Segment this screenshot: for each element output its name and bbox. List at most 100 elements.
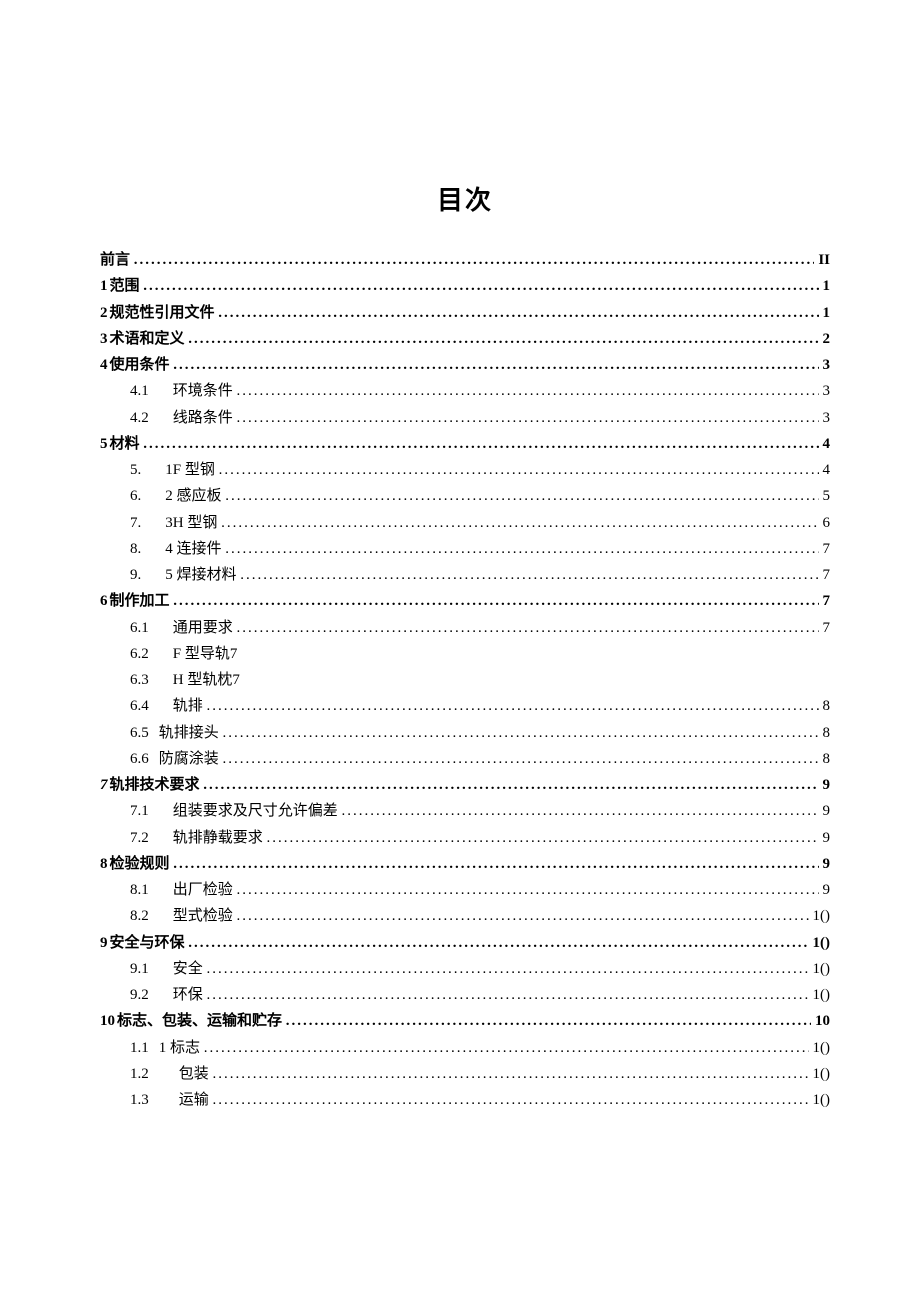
- toc-entry-number: 6.4: [130, 693, 149, 719]
- toc-entry: 7轨排技术要求 9: [100, 772, 830, 798]
- toc-entry: 9.5 焊接材料 7: [100, 562, 830, 588]
- toc-entry-number: 6.3: [130, 667, 149, 693]
- toc-dot-leader: [134, 247, 815, 273]
- toc-dot-leader: [173, 352, 818, 378]
- toc-entry-label: 轨排静载要求: [173, 825, 263, 851]
- toc-dot-leader: [267, 825, 819, 851]
- toc-entry-label: 材料: [110, 431, 140, 457]
- toc-entry: 8.1出厂检验 9: [100, 877, 830, 903]
- toc-entry-page: 2: [819, 326, 831, 352]
- toc-entry-label: 通用要求: [173, 615, 233, 641]
- toc-entry: 4.1环境条件 3: [100, 378, 830, 404]
- toc-dot-leader: [143, 273, 818, 299]
- toc-entry-page: 1(): [809, 1087, 831, 1113]
- toc-entry: 1范围 1: [100, 273, 830, 299]
- toc-entry-page: 7: [819, 562, 831, 588]
- toc-entry-page: 8: [819, 720, 831, 746]
- toc-dot-leader: [237, 877, 819, 903]
- toc-entry-page: 3: [819, 405, 831, 431]
- toc-dot-leader: [237, 903, 809, 929]
- toc-entry-number: 2: [100, 300, 108, 326]
- toc-entry-label: 范围: [110, 273, 140, 299]
- toc-entry-number: 8.2: [130, 903, 149, 929]
- toc-entry-label: 运输: [179, 1087, 209, 1113]
- toc-entry-page: 1(): [809, 956, 831, 982]
- toc-entry: 9.2环保 1(): [100, 982, 830, 1008]
- toc-entry-page: II: [814, 247, 830, 273]
- toc-title: 目次: [100, 180, 830, 217]
- toc-entry: 1.2 包装 1(): [100, 1061, 830, 1087]
- toc-entry-page: 1(): [809, 982, 831, 1008]
- toc-entry-number: 5.: [130, 457, 141, 483]
- toc-entry-number: 7.1: [130, 798, 149, 824]
- toc-entry-number: 4: [100, 352, 108, 378]
- toc-entry-number: 8.1: [130, 877, 149, 903]
- toc-entry-page: 1(): [809, 1061, 831, 1087]
- toc-entry-label: 2 感应板: [165, 483, 221, 509]
- toc-entry-label: 包装: [179, 1061, 209, 1087]
- toc-entry-page: 4: [819, 431, 831, 457]
- toc-entry-number: 6.1: [130, 615, 149, 641]
- toc-entry-label: 型式检验: [173, 903, 233, 929]
- toc-entry: 6.6防腐涂装 8: [100, 746, 830, 772]
- toc-entry-label: 线路条件: [173, 405, 233, 431]
- toc-entry-label: 环保: [173, 982, 203, 1008]
- toc-entry-label: 1 标志: [159, 1035, 200, 1061]
- toc-entry-number: 6.2: [130, 641, 149, 667]
- toc-dot-leader: [223, 746, 819, 772]
- toc-entry-number: 1.2: [130, 1061, 149, 1087]
- toc-dot-leader: [237, 405, 819, 431]
- toc-entry-page: 8: [819, 746, 831, 772]
- toc-entry-label: 使用条件: [110, 352, 170, 378]
- toc-entry-page: 9: [819, 825, 831, 851]
- toc-dot-leader: [207, 982, 809, 1008]
- toc-entry-number: 6.: [130, 483, 141, 509]
- toc-entry-label: 安全: [173, 956, 203, 982]
- toc-entry-page: 3: [819, 352, 831, 378]
- toc-dot-leader: [188, 930, 808, 956]
- toc-entry: 6.2 感应板 5: [100, 483, 830, 509]
- toc-entry: 6.4轨排 8: [100, 693, 830, 719]
- toc-dot-leader: [213, 1087, 809, 1113]
- toc-entry: 9.1安全 1(): [100, 956, 830, 982]
- toc-dot-leader: [225, 536, 818, 562]
- toc-entry-number: 7.2: [130, 825, 149, 851]
- toc-dot-leader: [207, 956, 809, 982]
- toc-entry-number: 10: [100, 1008, 115, 1034]
- toc-entry: 6制作加工 7: [100, 588, 830, 614]
- toc-dot-leader: [241, 641, 830, 667]
- toc-entry: 前言 II: [100, 247, 830, 273]
- toc-dot-leader: [188, 326, 818, 352]
- toc-entry-page: 10: [811, 1008, 830, 1034]
- toc-entry-number: 6: [100, 588, 108, 614]
- toc-entry-number: 8.: [130, 536, 141, 562]
- toc-entry-number: 1: [100, 273, 108, 299]
- toc-entry-page: 4: [819, 457, 831, 483]
- toc-dot-leader: [286, 1008, 811, 1034]
- toc-dot-leader: [237, 378, 819, 404]
- toc-entry-number: 1.3: [130, 1087, 149, 1113]
- toc-dot-leader: [173, 588, 818, 614]
- toc-entry-label: 安全与环保: [110, 930, 185, 956]
- toc-entry-number: 1.1: [130, 1035, 149, 1061]
- toc-dot-leader: [225, 483, 818, 509]
- toc-dot-leader: [173, 851, 818, 877]
- toc-entry: 6.2F 型导轨7: [100, 641, 830, 667]
- toc-entry-label: 组装要求及尺寸允许偏差: [173, 798, 338, 824]
- toc-entry: 8.4 连接件 7: [100, 536, 830, 562]
- toc-entry-label: 出厂检验: [173, 877, 233, 903]
- toc-entry-page: 7: [819, 536, 831, 562]
- table-of-contents: 前言 II1范围 12规范性引用文件 13术语和定义 24使用条件 34.1环境…: [100, 247, 830, 1113]
- toc-entry-label: 轨排接头: [159, 720, 219, 746]
- toc-entry-label: 轨排: [173, 693, 203, 719]
- toc-entry-label: 标志、包装、运输和贮存: [117, 1008, 282, 1034]
- toc-entry-number: 6.5: [130, 720, 149, 746]
- toc-entry-label: 5 焊接材料: [165, 562, 236, 588]
- toc-dot-leader: [223, 720, 819, 746]
- toc-dot-leader: [240, 562, 818, 588]
- toc-dot-leader: [221, 510, 818, 536]
- toc-entry-number: 6.6: [130, 746, 149, 772]
- toc-entry-page: 1(): [809, 930, 831, 956]
- toc-entry: 2规范性引用文件 1: [100, 300, 830, 326]
- toc-entry-label: 检验规则: [110, 851, 170, 877]
